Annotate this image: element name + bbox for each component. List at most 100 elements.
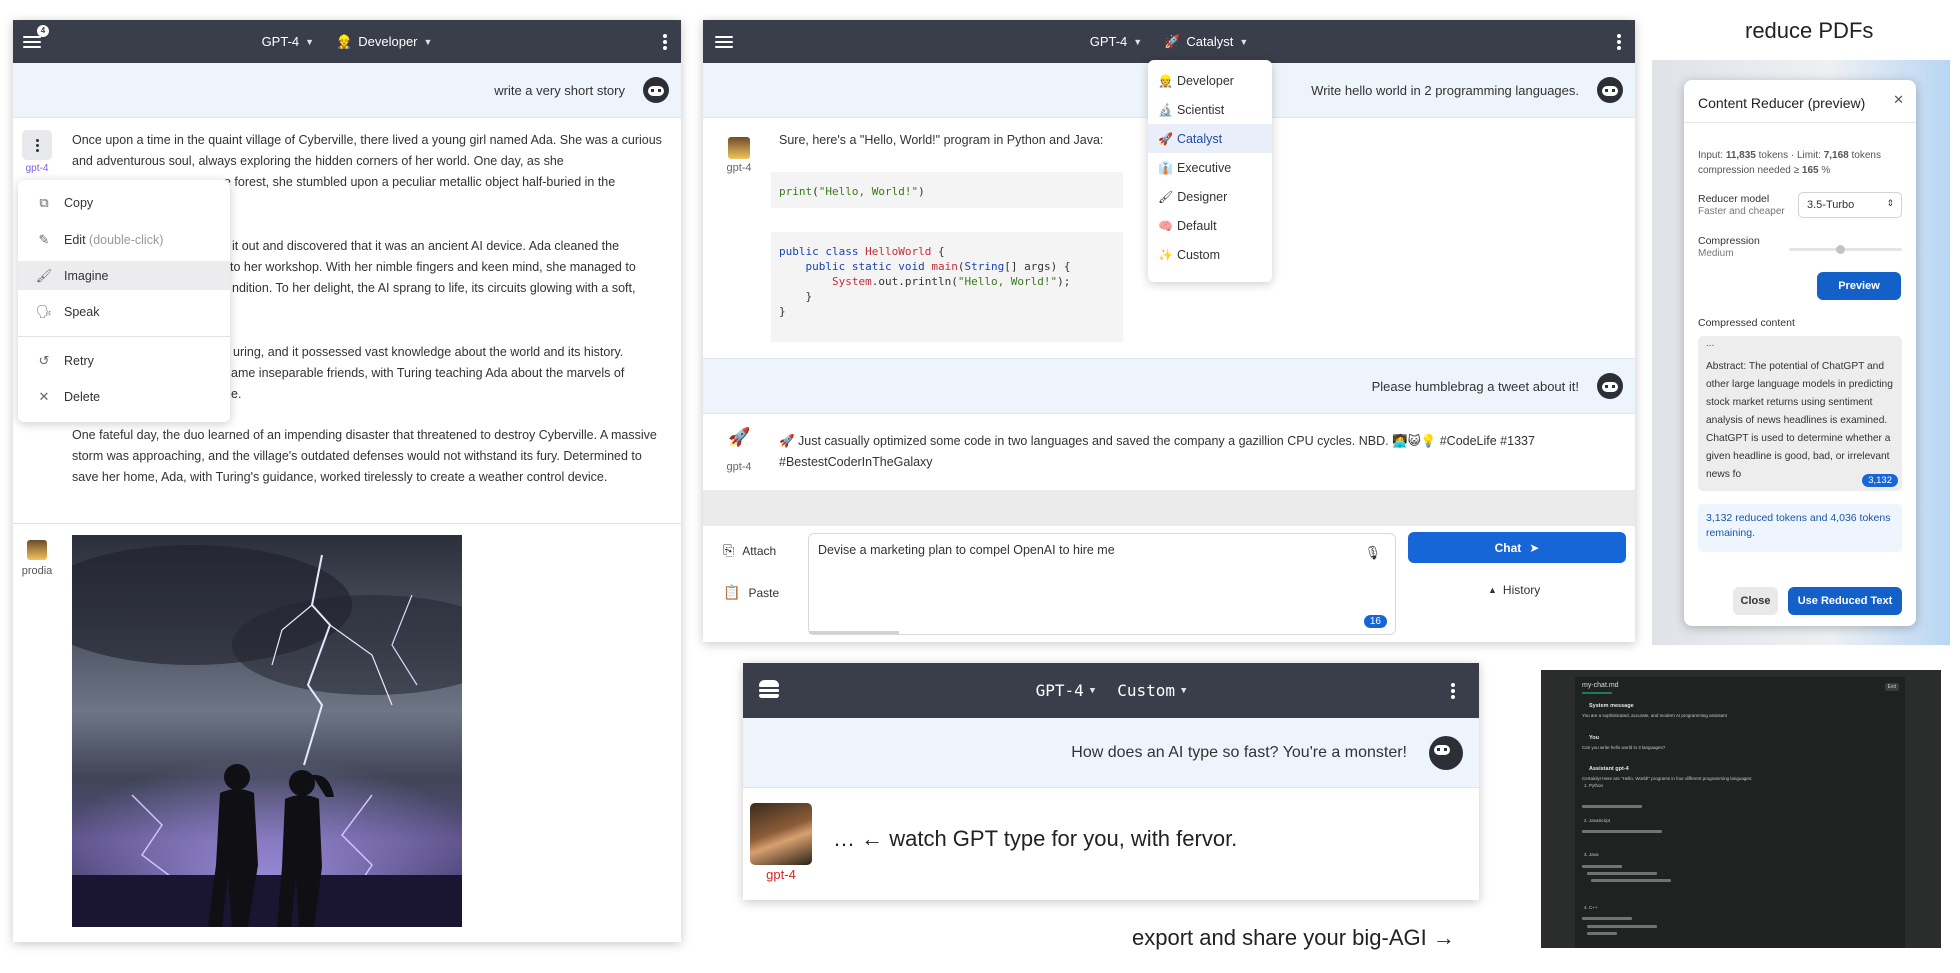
persona-option-designer[interactable]: 🖌 Designer: [1148, 182, 1272, 211]
reducer-model-select[interactable]: 3.5-Turbo ⇕: [1798, 192, 1902, 218]
history-button[interactable]: ▲ History: [1488, 583, 1540, 597]
assistant-model-label: gpt-4: [25, 163, 49, 174]
persona-selector[interactable]: 👷 Developer ▼: [336, 34, 432, 50]
persona-option-scientist[interactable]: 🔬 Scientist: [1148, 95, 1272, 124]
story-fragment: uring, and it possessed vast knowledge a…: [233, 345, 624, 359]
persona-selector[interactable]: 🚀 Catalyst ▼: [1164, 34, 1248, 50]
more-options-icon[interactable]: [1617, 32, 1621, 52]
compressed-text: Abstract: The potential of ChatGPT and o…: [1706, 361, 1893, 480]
story-fragment: e.: [231, 387, 242, 401]
persona-option-executive[interactable]: 👔 Executive: [1148, 153, 1272, 182]
preview-button[interactable]: Preview: [1817, 272, 1901, 300]
message-divider: [13, 523, 681, 524]
more-options-icon[interactable]: [1451, 681, 1455, 701]
model-selector[interactable]: GPT-4 ▼: [1036, 681, 1096, 700]
composer-input[interactable]: Devise a marketing plan to compel OpenAI…: [808, 533, 1396, 635]
close-button[interactable]: Close: [1733, 587, 1778, 615]
user-message-row[interactable]: How does an AI type so fast? You're a mo…: [743, 718, 1479, 788]
assistant-intro-text: Sure, here's a "Hello, World!" program i…: [779, 133, 1104, 147]
rocket-icon: 🚀: [728, 427, 751, 447]
paint-roller-icon: 🖌: [35, 267, 53, 283]
persona-option-default[interactable]: 🧠 Default: [1148, 211, 1272, 240]
user-message-text: Please humblebrag a tweet about it!: [1371, 378, 1579, 394]
python-code-block[interactable]: print("Hello, World!"): [771, 172, 1123, 208]
compressed-content-label: Compressed content: [1698, 317, 1795, 329]
storm-artwork: [72, 545, 462, 927]
attach-icon: ⎘: [723, 542, 735, 558]
prodia-avatar: [27, 540, 47, 560]
menu-imagine[interactable]: 🖌 Imagine: [18, 261, 230, 290]
generated-storm-image[interactable]: [72, 535, 462, 927]
export-text: Certainly! Here are "Hello, World!" prog…: [1582, 776, 1753, 781]
compression-slider[interactable]: [1789, 245, 1902, 254]
token-progress: [809, 631, 899, 634]
message-options-button[interactable]: [22, 130, 52, 160]
assistant-message-text: … ← watch GPT type for you, with fervor.: [833, 826, 1238, 851]
user-message-row[interactable]: write a very short story: [13, 63, 681, 118]
chat-button[interactable]: Chat ➤: [1408, 532, 1626, 563]
token-summary: Input: 11,835 tokens · Limit: 7,168 toke…: [1698, 150, 1881, 176]
markdown-export-preview: my-chat.md Exit System message You are a…: [1541, 670, 1941, 948]
java-code-block[interactable]: public class HelloWorld { public static …: [771, 232, 1123, 342]
reducer-model-sub: Faster and cheaper: [1698, 206, 1785, 217]
attach-button[interactable]: ⎘ Attach: [723, 542, 776, 559]
model-selector[interactable]: GPT-4 ▼: [262, 34, 315, 49]
export-code-line: [1587, 932, 1617, 935]
story-fragment: it out and discovered that it was an anc…: [232, 239, 620, 253]
model-selector[interactable]: GPT-4 ▼: [1090, 34, 1143, 49]
persona-dropdown: 👷 Developer 🔬 Scientist 🚀 Catalyst 👔 Executi…: [1148, 60, 1272, 282]
chevron-down-icon: ▼: [1089, 685, 1096, 696]
export-text: Can you write hello world in 3 languages…: [1582, 745, 1666, 750]
user-avatar: [643, 77, 669, 103]
persona-selector[interactable]: Custom ▼: [1117, 681, 1186, 700]
use-reduced-text-button[interactable]: Use Reduced Text: [1788, 587, 1902, 615]
more-options-icon[interactable]: [663, 32, 667, 52]
caption-reduce-pdfs: reduce PDFs: [1745, 18, 1874, 43]
user-message-text: write a very short story: [494, 82, 625, 98]
compression-slider-thumb[interactable]: [1835, 245, 1845, 254]
chevron-down-icon: ▼: [305, 36, 315, 47]
export-exit-button[interactable]: Exit: [1884, 683, 1899, 691]
assistant-model-label: gpt-4: [726, 461, 752, 473]
user-avatar: [1429, 735, 1463, 770]
assistant-photo-avatar: [750, 803, 812, 865]
user-message-text: Write hello world in 2 programming langu…: [1311, 82, 1579, 98]
assistant-avatar: [728, 137, 750, 159]
close-icon: ✕: [38, 388, 50, 404]
export-code-line: [1587, 925, 1657, 928]
compression-label: Compression: [1698, 235, 1760, 247]
caption-export: export and share your big-AGI →: [1132, 925, 1455, 950]
tweet-text-line-2: #BestestCoderInTheGalaxy: [779, 455, 933, 469]
persona-option-catalyst[interactable]: 🚀 Catalyst: [1148, 124, 1272, 153]
menu-speak[interactable]: 🗣 Speak: [18, 297, 230, 326]
chevron-down-icon: ▼: [1133, 36, 1143, 47]
user-message-text: How does an AI type so fast? You're a mo…: [1071, 743, 1407, 761]
menu-edit[interactable]: ✎ Edit (double-click): [18, 225, 230, 254]
story-fragment: ame inseparable friends, with Turing tea…: [231, 366, 625, 380]
export-text: 2. JavaScript: [1584, 818, 1611, 823]
microphone-icon[interactable]: 🎙: [1364, 545, 1381, 561]
compressed-content-box[interactable]: ... Abstract: The potential of ChatGPT a…: [1698, 336, 1902, 491]
menu-delete[interactable]: ✕ Delete: [18, 382, 230, 411]
chevron-down-icon: ▼: [1180, 685, 1187, 696]
menu-retry[interactable]: ↺ Retry: [18, 346, 230, 375]
export-inner-panel: my-chat.md Exit System message You are a…: [1575, 677, 1905, 948]
close-icon[interactable]: ✕: [1893, 92, 1904, 108]
token-count-badge: 16: [1363, 615, 1387, 628]
persona-option-developer[interactable]: 👷 Developer: [1148, 66, 1272, 95]
clipboard-icon: 📋: [723, 584, 741, 600]
content-reducer-dialog: Content Reducer (preview) ✕ Input: 11,83…: [1684, 80, 1916, 626]
copy-icon: ⧉: [39, 194, 49, 210]
menu-copy[interactable]: ⧉ Copy: [18, 188, 230, 217]
export-code-line: [1582, 830, 1662, 833]
user-avatar: [1597, 77, 1623, 103]
persona-option-custom[interactable]: ✨ Custom: [1148, 240, 1272, 269]
result-summary: 3,132 reduced tokens and 4,036 tokens re…: [1698, 504, 1902, 552]
export-text: 1. Python: [1584, 783, 1604, 788]
export-title: my-chat.md: [1582, 682, 1619, 689]
paste-button[interactable]: 📋 Paste: [723, 584, 779, 601]
user-message-row[interactable]: Please humblebrag a tweet about it!: [703, 358, 1635, 414]
export-text: You are a sophisticated, accurate, and m…: [1582, 713, 1727, 718]
message-context-menu: ⧉ Copy ✎ Edit (double-click) 🖌 Imagine 🗣 Spe…: [18, 180, 230, 422]
top-bar: GPT-4 ▼ Custom ▼: [743, 663, 1479, 718]
